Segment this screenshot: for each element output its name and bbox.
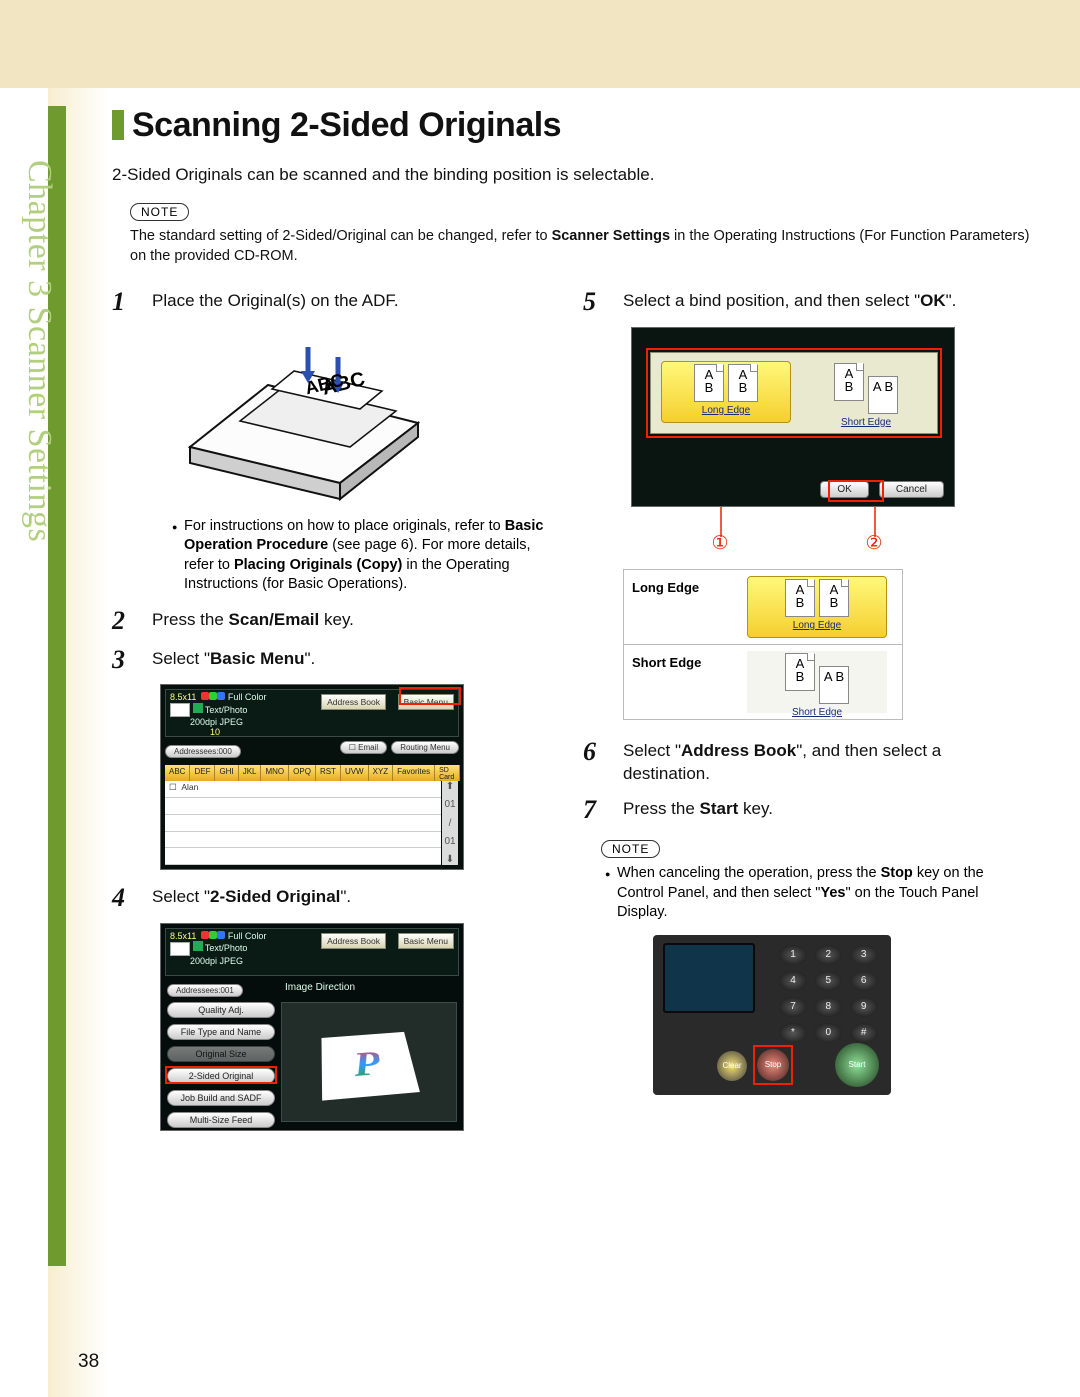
scrollbar-icon: ⬆ 01 / 01 ⬇	[442, 781, 458, 865]
step-6: 6 Select "Address Book", and then select…	[583, 738, 1030, 786]
top-note: The standard setting of 2-Sided/Original…	[130, 227, 1030, 266]
step-number: 3	[112, 646, 138, 675]
long-edge-thumb: ABAB Long Edge	[747, 576, 887, 638]
note-badge: NOTE	[601, 840, 660, 858]
left-column: 1 Place the Original(s) on the ADF. ABC	[112, 288, 559, 1145]
highlight-box	[753, 1045, 793, 1085]
step-text: Select "2-Sided Original".	[152, 884, 351, 913]
step-4: 4 Select "2-Sided Original".	[112, 884, 559, 913]
step-text: Select "Address Book", and then select a…	[623, 738, 1030, 786]
note-badge: NOTE	[130, 203, 189, 221]
step-number: 6	[583, 738, 609, 786]
step-3: 3 Select "Basic Menu".	[112, 646, 559, 675]
address-list: ☐ Alan	[165, 781, 441, 865]
step-text: Select "Basic Menu".	[152, 646, 315, 675]
top-band	[0, 0, 1080, 88]
short-edge-thumb: ABA B Short Edge	[747, 651, 887, 713]
step-text: Select a bind position, and then select …	[623, 288, 956, 317]
intro-text: 2-Sided Originals can be scanned and the…	[112, 165, 1030, 185]
clear-key: Clear	[717, 1051, 747, 1081]
step5-screenshot: ABAB Long Edge ABA B Short Edge OK Cance…	[631, 327, 1030, 555]
long-edge-label: Long Edge	[624, 570, 732, 644]
step-text: Place the Original(s) on the ADF.	[152, 288, 399, 317]
preview-pane: P	[281, 1002, 457, 1122]
panel-lcd	[663, 943, 755, 1013]
bind-position-table: Long Edge ABAB Long Edge Short Edge ABA …	[623, 569, 903, 720]
step-7: 7 Press the Start key.	[583, 796, 1030, 825]
highlight-box	[399, 687, 461, 705]
short-edge-label: Short Edge	[624, 645, 732, 719]
highlight-box	[165, 1066, 277, 1084]
right-column: 5 Select a bind position, and then selec…	[583, 288, 1030, 1145]
numeric-keypad: 123 456 789 *0#	[779, 945, 879, 1043]
side-chapter-label: Chapter 3 Scanner Settings	[20, 160, 58, 542]
step-number: 4	[112, 884, 138, 913]
page-number: 38	[78, 1351, 99, 1373]
page-title: Scanning 2-Sided Originals	[112, 106, 1030, 145]
step-number: 7	[583, 796, 609, 825]
step-number: 1	[112, 288, 138, 317]
step-number: 5	[583, 288, 609, 317]
title-text: Scanning 2-Sided Originals	[132, 106, 561, 144]
adf-illustration: ABC ABC	[160, 327, 559, 503]
tab-strip: ABCDEFGHIJKLMNOOPQRSTUVWXYZFavoritesSD C…	[165, 765, 459, 781]
control-panel-illustration: 123 456 789 *0# Clear Stop Start	[653, 935, 891, 1095]
step4-screenshot: 8.5x11 Full Color Text/Photo 200dpi JPEG…	[160, 923, 559, 1131]
step3-screenshot: 8.5x11 Full Color Text/Photo 200dpi JPEG…	[160, 684, 559, 870]
step1-note: For instructions on how to place origina…	[172, 517, 559, 595]
bottom-note: When canceling the operation, press the …	[605, 864, 1030, 923]
start-key: Start	[835, 1043, 879, 1087]
highlight-box-1	[646, 348, 942, 438]
callout-1: ①	[709, 533, 731, 555]
step-5: 5 Select a bind position, and then selec…	[583, 288, 1030, 317]
address-book-tab: Address Book	[321, 694, 386, 710]
cancel-button: Cancel	[879, 481, 944, 498]
callout-2: ②	[863, 533, 885, 555]
step-2: 2 Press the Scan/Email key.	[112, 607, 559, 636]
step-text: Press the Scan/Email key.	[152, 607, 354, 636]
title-accent-icon	[112, 110, 124, 140]
step-text: Press the Start key.	[623, 796, 773, 825]
step-1: 1 Place the Original(s) on the ADF.	[112, 288, 559, 317]
basic-menu-buttons: Quality Adj. File Type and Name Original…	[167, 1002, 275, 1128]
step-number: 2	[112, 607, 138, 636]
highlight-box-2	[828, 480, 884, 502]
